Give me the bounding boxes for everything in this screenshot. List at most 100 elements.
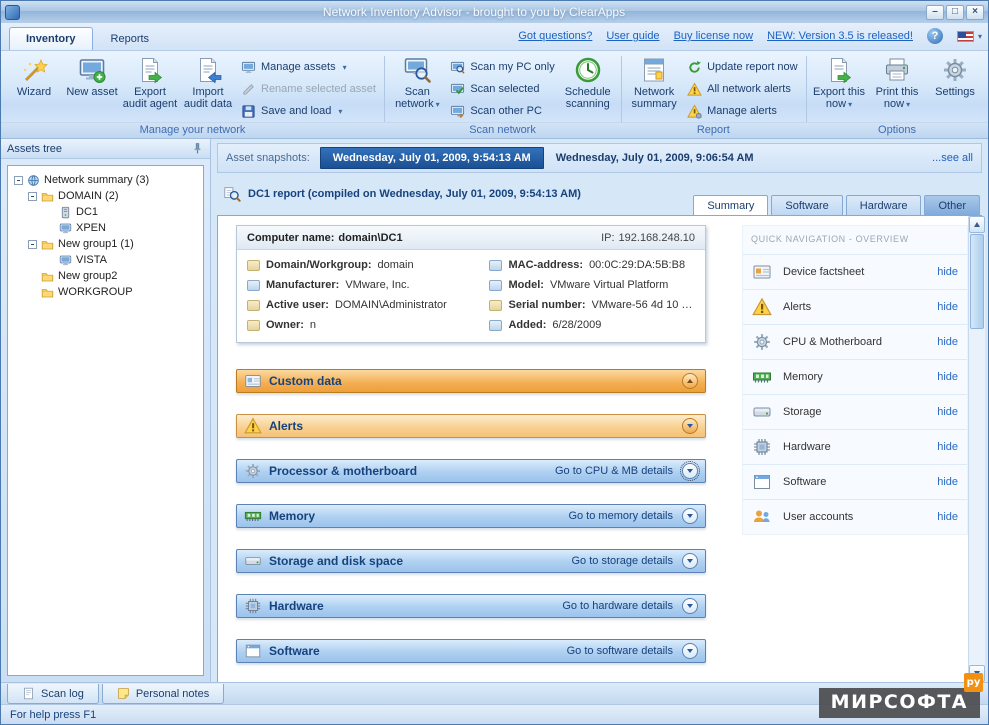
tree-item-new-group1[interactable]: New group1 (1) — [10, 236, 201, 252]
wizard-button[interactable]: Wizard — [5, 54, 63, 120]
rename-selected-asset-button[interactable]: Rename selected asset — [241, 80, 376, 98]
tree-expander[interactable] — [28, 240, 37, 249]
scan-log-tab[interactable]: Scan log — [7, 684, 99, 704]
scan-other-pc-button[interactable]: Scan other PC — [450, 102, 554, 120]
section-alerts[interactable]: Alerts — [236, 414, 706, 438]
tab-inventory[interactable]: Inventory — [9, 27, 93, 50]
computer-icon — [59, 222, 72, 235]
scrollbar-thumb[interactable] — [970, 234, 984, 329]
tab-hardware[interactable]: Hardware — [846, 195, 922, 216]
scan-selected-label: Scan selected — [470, 83, 539, 95]
report-main-column: Computer name: domain\DC1 IP:192.168.248… — [236, 225, 706, 682]
group-label-options: Options — [806, 122, 988, 138]
tree-item-xpen[interactable]: XPEN — [10, 220, 201, 236]
section-hardware[interactable]: Hardware Go to hardware details — [236, 594, 706, 618]
section-storage[interactable]: Storage and disk space Go to storage det… — [236, 549, 706, 573]
scroll-up-button[interactable] — [969, 216, 985, 233]
collapse-button[interactable] — [682, 553, 698, 569]
custom-data-icon — [244, 372, 262, 390]
collapse-button[interactable] — [682, 598, 698, 614]
section-processor-motherboard[interactable]: Processor & motherboard Go to CPU & MB d… — [236, 459, 706, 483]
language-selector[interactable] — [957, 30, 982, 42]
minimize-button[interactable] — [926, 5, 944, 20]
collapse-button[interactable] — [682, 463, 698, 479]
scan-my-pc-button[interactable]: Scan my PC only — [450, 58, 554, 76]
collapse-button[interactable] — [682, 373, 698, 389]
tree-item-workgroup[interactable]: WORKGROUP — [10, 284, 201, 300]
window-icon — [244, 642, 262, 660]
buy-license-link[interactable]: Buy license now — [674, 30, 754, 42]
quick-nav-user-accounts[interactable]: User accounts hide — [743, 499, 967, 534]
warning-icon — [244, 417, 262, 435]
quick-nav-hardware[interactable]: Hardware hide — [743, 429, 967, 464]
tree-expander[interactable] — [14, 176, 23, 185]
tree-item-new-group2[interactable]: New group2 — [10, 268, 201, 284]
quick-nav-alerts[interactable]: Alerts hide — [743, 289, 967, 324]
close-button[interactable] — [966, 5, 984, 20]
hide-link[interactable]: hide — [937, 336, 958, 348]
import-audit-data-button[interactable]: Import audit data — [179, 54, 237, 120]
hide-link[interactable]: hide — [937, 371, 958, 383]
scan-selected-button[interactable]: Scan selected — [450, 80, 554, 98]
vertical-scrollbar[interactable] — [968, 216, 985, 682]
tree-item-dc1[interactable]: DC1 — [10, 204, 201, 220]
new-version-link[interactable]: NEW: Version 3.5 is released! — [767, 30, 913, 42]
export-this-now-button[interactable]: Export this now — [810, 54, 868, 120]
tab-reports[interactable]: Reports — [95, 28, 166, 50]
snapshot-item[interactable]: Wednesday, July 01, 2009, 9:06:54 AM — [544, 148, 766, 168]
hide-link[interactable]: hide — [937, 406, 958, 418]
go-to-software-details-link[interactable]: Go to software details — [567, 645, 673, 657]
see-all-link[interactable]: ...see all — [932, 152, 973, 164]
quick-nav-memory[interactable]: Memory hide — [743, 359, 967, 394]
section-custom-data[interactable]: Custom data — [236, 369, 706, 393]
collapse-button[interactable] — [682, 643, 698, 659]
quick-nav-device-factsheet[interactable]: Device factsheet hide — [743, 254, 967, 289]
network-summary-button[interactable]: Network summary — [625, 54, 683, 120]
maximize-button[interactable] — [946, 5, 964, 20]
pin-icon[interactable] — [191, 142, 204, 155]
section-software[interactable]: Software Go to software details — [236, 639, 706, 663]
go-to-storage-details-link[interactable]: Go to storage details — [571, 555, 673, 567]
tree-item-domain[interactable]: DOMAIN (2) — [10, 188, 201, 204]
field-serial-number: Serial number:VMware-56 4d 10 a7 ... — [489, 299, 695, 311]
tree-item-label: VISTA — [76, 254, 107, 266]
hide-link[interactable]: hide — [937, 511, 958, 523]
new-asset-button[interactable]: New asset — [63, 54, 121, 120]
quick-nav-software[interactable]: Software hide — [743, 464, 967, 499]
got-questions-link[interactable]: Got questions? — [518, 30, 592, 42]
collapse-button[interactable] — [682, 508, 698, 524]
section-memory[interactable]: Memory Go to memory details — [236, 504, 706, 528]
export-audit-agent-button[interactable]: Export audit agent — [121, 54, 179, 120]
collapse-button[interactable] — [682, 418, 698, 434]
manage-alerts-button[interactable]: Manage alerts — [687, 102, 798, 120]
settings-button[interactable]: Settings — [926, 54, 984, 120]
snapshot-selected[interactable]: Wednesday, July 01, 2009, 9:54:13 AM — [320, 147, 544, 169]
schedule-scanning-button[interactable]: Schedule scanning — [559, 54, 617, 120]
tab-software[interactable]: Software — [771, 195, 842, 216]
help-icon[interactable] — [927, 28, 943, 44]
quick-nav-storage[interactable]: Storage hide — [743, 394, 967, 429]
hide-link[interactable]: hide — [937, 266, 958, 278]
scan-network-button[interactable]: Scan network — [388, 54, 446, 120]
update-report-now-button[interactable]: Update report now — [687, 58, 798, 76]
go-to-cpu-details-link[interactable]: Go to CPU & MB details — [555, 465, 673, 477]
hide-link[interactable]: hide — [937, 301, 958, 313]
tree-expander[interactable] — [28, 192, 37, 201]
hide-link[interactable]: hide — [937, 441, 958, 453]
manage-assets-button[interactable]: Manage assets — [241, 58, 376, 76]
quick-nav-cpu-motherboard[interactable]: CPU & Motherboard hide — [743, 324, 967, 359]
go-to-hardware-details-link[interactable]: Go to hardware details — [562, 600, 673, 612]
go-to-memory-details-link[interactable]: Go to memory details — [568, 510, 673, 522]
warning-icon — [687, 82, 702, 97]
all-network-alerts-button[interactable]: All network alerts — [687, 80, 798, 98]
personal-notes-tab[interactable]: Personal notes — [102, 684, 224, 704]
print-this-now-button[interactable]: Print this now — [868, 54, 926, 120]
hide-link[interactable]: hide — [937, 476, 958, 488]
tab-summary[interactable]: Summary — [693, 195, 768, 216]
tree-item-vista[interactable]: VISTA — [10, 252, 201, 268]
user-guide-link[interactable]: User guide — [606, 30, 659, 42]
notes-icon — [117, 687, 130, 700]
tab-other[interactable]: Other — [924, 195, 980, 216]
save-and-load-button[interactable]: Save and load — [241, 102, 376, 120]
tree-item-network-summary[interactable]: Network summary (3) — [10, 172, 201, 188]
